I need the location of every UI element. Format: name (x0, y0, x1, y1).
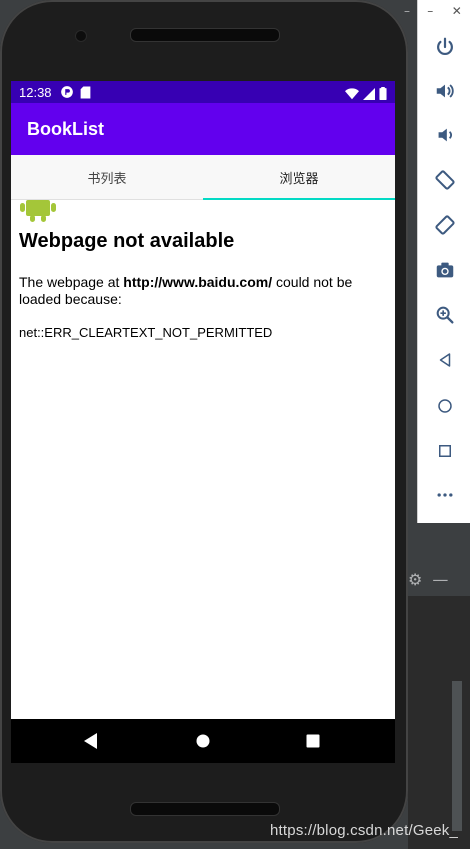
error-message: The webpage at http://www.baidu.com/ cou… (19, 274, 379, 308)
power-icon[interactable] (430, 32, 460, 62)
close-panel-icon[interactable]: ✕ (452, 4, 462, 18)
tab-book-list[interactable]: 书列表 (11, 155, 203, 199)
wifi-icon (345, 85, 359, 104)
rotate-right-icon[interactable] (430, 210, 460, 240)
nav-back-icon[interactable] (81, 731, 101, 751)
volume-down-icon[interactable] (430, 120, 460, 150)
nav-home-icon[interactable] (193, 731, 213, 751)
scrollbar[interactable] (452, 681, 462, 831)
sd-card-icon (80, 86, 91, 99)
ide-toolbar: ⚙ — (404, 566, 470, 592)
zoom-icon[interactable] (430, 300, 460, 330)
watermark: https://blog.csdn.net/Geek_ (270, 822, 459, 839)
volume-up-icon[interactable] (430, 76, 460, 106)
camera-icon[interactable] (430, 255, 460, 285)
webview[interactable]: Webpage not available The webpage at htt… (11, 200, 395, 719)
phone-frame: 12:38 BookList 书列表 浏览器 Webpage not avail… (0, 0, 408, 843)
navigation-bar (11, 719, 395, 763)
home-icon[interactable] (430, 391, 460, 421)
top-speaker (130, 28, 280, 42)
back-icon[interactable] (430, 345, 460, 375)
error-prefix: The webpage at (19, 274, 124, 290)
nav-overview-icon[interactable] (303, 731, 323, 751)
tab-browser[interactable]: 浏览器 (203, 155, 395, 200)
error-title: Webpage not available (19, 230, 235, 252)
more-icon[interactable] (430, 480, 460, 510)
status-icons (345, 85, 387, 104)
panel-header: – ✕ (418, 0, 470, 22)
minimize-panel-icon[interactable]: – (427, 4, 433, 18)
signal-icon (363, 85, 375, 104)
app-bar: BookList (11, 103, 395, 155)
ide-panel (408, 596, 470, 849)
error-code: net::ERR_CLEARTEXT_NOT_PERMITTED (19, 325, 273, 340)
status-time: 12:38 (19, 84, 52, 100)
rotate-left-icon[interactable] (430, 165, 460, 195)
overview-icon[interactable] (430, 436, 460, 466)
battery-icon (379, 85, 387, 104)
phone-screen: 12:38 BookList 书列表 浏览器 Webpage not avail… (11, 81, 395, 763)
gear-icon[interactable]: ⚙ (408, 570, 422, 589)
emulator-side-panel: – ✕ (417, 0, 470, 523)
error-url: http://www.baidu.com/ (123, 274, 273, 290)
ide-minimize-icon[interactable]: – (404, 4, 418, 18)
bottom-speaker (130, 802, 280, 816)
minimize-icon[interactable]: — (432, 570, 448, 589)
tab-bar: 书列表 浏览器 (11, 155, 395, 200)
front-camera (75, 30, 87, 42)
status-bar: 12:38 (11, 81, 395, 103)
notification-icon (60, 85, 74, 99)
android-robot-icon (20, 200, 56, 226)
app-title: BookList (27, 118, 105, 139)
